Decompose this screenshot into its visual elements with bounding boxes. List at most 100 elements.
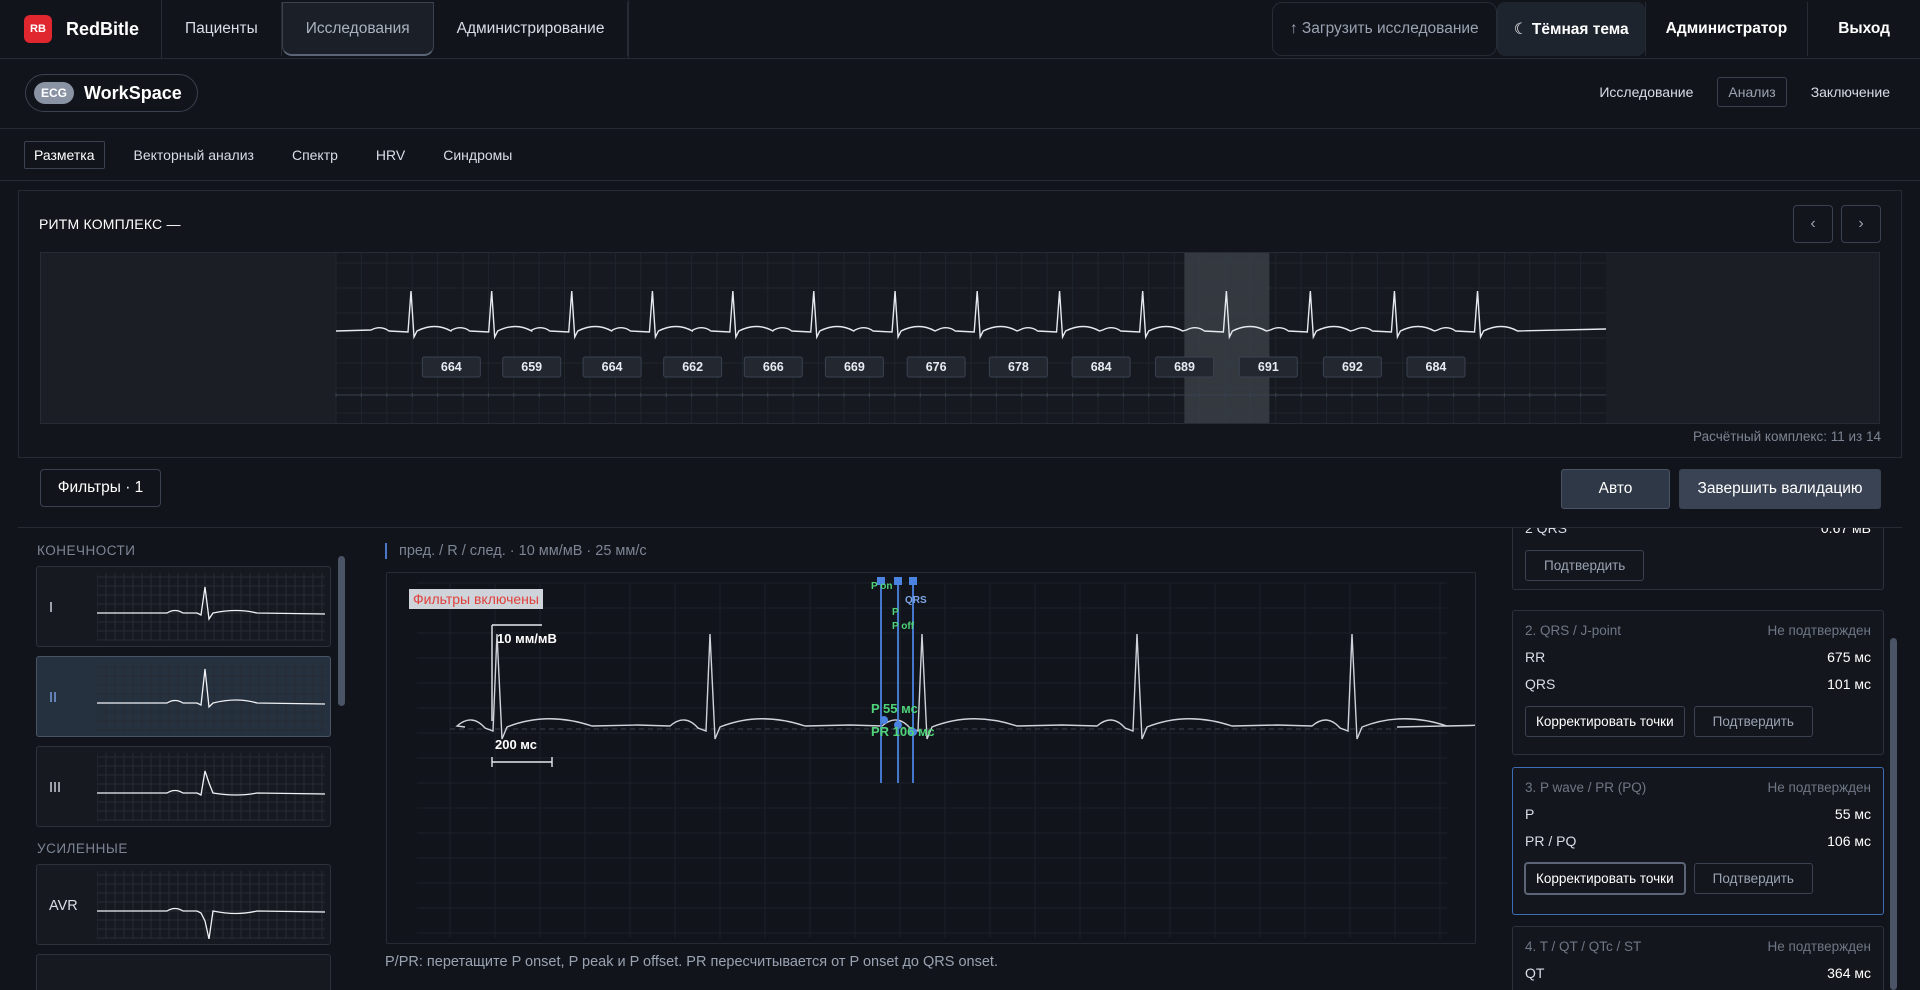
lead-name: I	[49, 600, 54, 616]
correct-points-button[interactable]: Корректировать точки	[1525, 863, 1685, 894]
rr-interval-label: 664	[441, 360, 462, 374]
lead-trace-I	[97, 573, 325, 641]
tab-study[interactable]: Исследование	[1589, 78, 1703, 106]
lead-name: III	[49, 780, 62, 796]
measure-label: RR	[1525, 649, 1546, 665]
measurements-panel: 2 QRS 0.67 мВ Подтвердить 2. QRS / J-poi…	[1512, 528, 1897, 990]
upload-study-button[interactable]: ↑ Загрузить исследование	[1271, 2, 1497, 56]
card-title: 4. T / QT / QTc / ST	[1525, 939, 1642, 954]
auto-button[interactable]: Авто	[1561, 469, 1670, 509]
subtab-spectrum[interactable]: Спектр	[283, 142, 347, 168]
marker-label: P	[892, 607, 899, 618]
measure-value: 101 мс	[1827, 676, 1871, 692]
tab-conclusion[interactable]: Заключение	[1801, 78, 1900, 106]
brand[interactable]: RB RedBitle	[0, 0, 162, 58]
rhythm-strip-svg: 664 659 664 662 666 669 676 678 684 689 691 692 684	[41, 253, 1879, 423]
subtab-hrv[interactable]: HRV	[367, 142, 414, 168]
lead-trace-II	[97, 663, 325, 731]
rhythm-strip[interactable]: 664 659 664 662 666 669 676 678 684 689 691 692 684	[40, 252, 1880, 424]
card-title: 2. QRS / J-point	[1525, 623, 1622, 638]
lead-trace	[97, 586, 325, 621]
complex-viewer: пред. / R / след. · 10 мм/мВ · 25 мм/с 1…	[380, 528, 1480, 990]
leads-scrollbar[interactable]	[338, 543, 346, 975]
complex-plot[interactable]: 10 мм/мВ 200 мс P on QRS P P off P 55 мс PR 106…	[386, 572, 1476, 944]
complex-plot-svg: 10 мм/мВ 200 мс P on QRS P P off P 55 мс PR 106…	[417, 577, 1475, 938]
nav-patients[interactable]: Пациенты	[162, 2, 282, 56]
chevron-left-icon: ‹	[1810, 215, 1816, 232]
confirm-button[interactable]: Подтвердить	[1693, 863, 1813, 894]
marker-label: P off	[892, 621, 915, 632]
workspace-bar: ECG WorkSpace Исследование Анализ Заключ…	[0, 59, 1920, 129]
filters-button[interactable]: Фильтры · 1	[40, 469, 161, 507]
subtab-vector[interactable]: Векторный анализ	[125, 142, 263, 168]
calculated-complex-label: Расчётный комплекс: 11 из 14	[1693, 429, 1881, 444]
leads-list: КОНЕЧНОСТИ I II III УСИЛЕННЫЕ AVR	[28, 528, 350, 990]
chevron-right-icon: ›	[1858, 215, 1864, 232]
lead-card-next[interactable]	[36, 954, 331, 990]
pr-duration-label: PR 106 мс	[871, 724, 935, 739]
filters-enabled-badge: Фильтры включены	[409, 589, 543, 609]
lead-card-I[interactable]: I	[36, 566, 331, 647]
scale-time-label: 200 мс	[495, 737, 537, 752]
measurement-card-p-wave: 3. P wave / PR (PQ) Не подтвержден P 55 …	[1512, 767, 1884, 915]
measure-row: P 55 мс	[1525, 806, 1871, 822]
rr-interval-label: 664	[602, 360, 623, 374]
logout-button[interactable]: Выход	[1807, 2, 1920, 56]
filters-bar: Фильтры · 1 Авто Завершить валидацию	[18, 458, 1902, 528]
lead-name: AVR	[49, 898, 78, 914]
app-name: RedBitle	[66, 18, 140, 39]
measure-row: QRS 101 мс	[1525, 676, 1871, 692]
lead-card-II[interactable]: II	[36, 656, 331, 737]
measure-row: QT 364 мс	[1525, 965, 1871, 981]
app-logo: RB	[24, 15, 52, 43]
lead-trace-III	[97, 753, 325, 821]
card-status: Не подтвержден	[1767, 623, 1872, 638]
p-onset-point	[880, 716, 888, 724]
subtab-syndromes[interactable]: Синдромы	[434, 142, 521, 168]
ecg-badge: ECG	[34, 82, 75, 104]
measure-row: RR 675 мс	[1525, 649, 1871, 665]
tab-analysis[interactable]: Анализ	[1717, 77, 1787, 107]
lead-trace	[97, 907, 325, 939]
rr-interval-label: 662	[682, 360, 703, 374]
nav-studies[interactable]: Исследования	[281, 2, 434, 56]
viewer-hint: P/PR: перетащите P onset, P peak и P off…	[385, 954, 998, 970]
measure-label: QRS	[1525, 676, 1556, 692]
measure-label: QT	[1525, 965, 1545, 981]
marker-label: P on	[871, 581, 892, 592]
rhythm-title: РИТМ КОМПЛЕКС —	[39, 216, 181, 232]
card-header: 3. P wave / PR (PQ) Не подтвержден	[1525, 780, 1871, 795]
top-bar: RB RedBitle Пациенты Исследования Админи…	[0, 0, 1920, 59]
measure-label: P	[1525, 806, 1535, 822]
rr-interval-label: 659	[521, 360, 542, 374]
workspace-title: WorkSpace	[84, 82, 182, 103]
scrollbar-thumb[interactable]	[1890, 638, 1897, 990]
confirm-button[interactable]: Подтвердить	[1525, 550, 1645, 581]
finish-validation-button[interactable]: Завершить валидацию	[1679, 469, 1881, 509]
subtab-markup[interactable]: Разметка	[24, 140, 105, 169]
next-complex-button[interactable]: ›	[1841, 205, 1881, 243]
user-menu-button[interactable]: Администратор	[1644, 2, 1808, 56]
scrollbar-thumb[interactable]	[338, 556, 345, 706]
lead-name: II	[49, 690, 58, 706]
card-status: Не подтвержден	[1767, 780, 1872, 795]
marker-handle	[909, 577, 917, 585]
correct-points-button[interactable]: Корректировать точки	[1525, 706, 1685, 737]
nav-administration[interactable]: Администрирование	[434, 2, 629, 56]
rr-interval-label: 678	[1008, 360, 1029, 374]
rr-interval-label: 689	[1174, 360, 1195, 374]
lead-card-AVR[interactable]: AVR	[36, 864, 331, 945]
lead-trace	[97, 668, 325, 709]
measurements-scrollbar[interactable]	[1890, 530, 1898, 990]
card-header: 2. QRS / J-point Не подтвержден	[1525, 623, 1871, 638]
lead-card-III[interactable]: III	[36, 746, 331, 827]
selected-complex-highlight	[1184, 253, 1270, 423]
main-nav: Пациенты Исследования Администрирование	[162, 0, 630, 58]
prev-complex-button[interactable]: ‹	[1793, 205, 1833, 243]
confirm-button[interactable]: Подтвердить	[1693, 706, 1813, 737]
workspace-pill: ECG WorkSpace	[25, 74, 198, 112]
p-duration-label: P 55 мс	[871, 701, 918, 716]
measure-row: PR / PQ 106 мс	[1525, 833, 1871, 849]
theme-toggle-button[interactable]: ☾ Тёмная тема	[1496, 2, 1645, 56]
measure-value: 675 мс	[1827, 649, 1871, 665]
